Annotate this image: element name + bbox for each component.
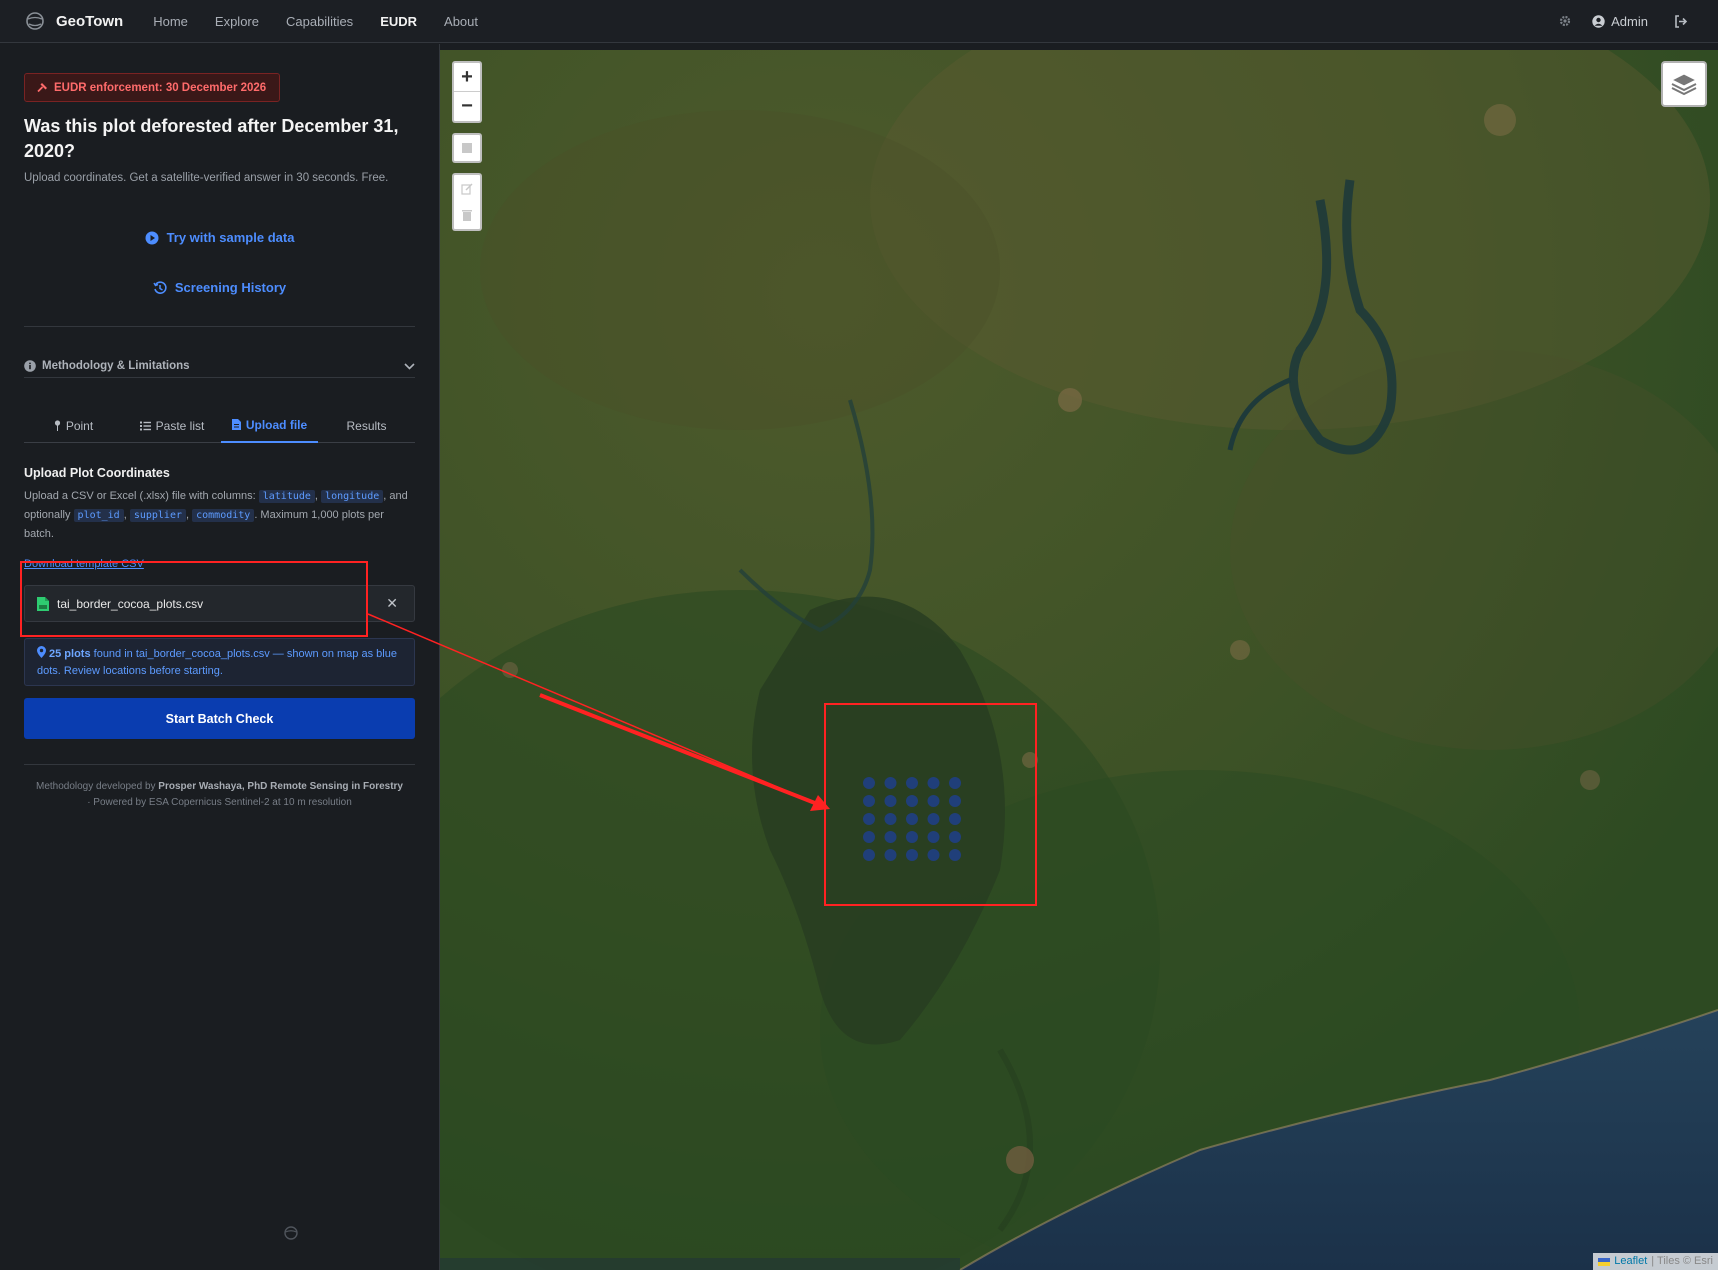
methodology-credit: Methodology developed by Prosper Washaya… bbox=[24, 779, 415, 811]
file-name: tai_border_cocoa_plots.csv bbox=[57, 596, 204, 611]
top-navbar: GeoTown Home Explore Capabilities EUDR A… bbox=[0, 0, 1718, 43]
column-code: supplier bbox=[129, 509, 186, 522]
page-title: Was this plot deforested after December … bbox=[24, 116, 399, 161]
credit-name: Prosper Washaya, PhD Remote Sensing in F… bbox=[158, 781, 403, 792]
layers-icon bbox=[1671, 73, 1697, 96]
tab-results[interactable]: Results bbox=[318, 408, 415, 443]
chevron-down-icon bbox=[404, 362, 415, 370]
uploaded-file-chip: tai_border_cocoa_plots.csv ✕ bbox=[24, 585, 415, 622]
list-icon bbox=[139, 421, 151, 430]
plots-found-text: found in tai_border_cocoa_plots.csv — sh… bbox=[37, 648, 397, 677]
map-attribution: Leaflet | Tiles © Esri bbox=[1593, 1253, 1718, 1270]
edit-icon[interactable] bbox=[461, 183, 473, 195]
divider bbox=[24, 326, 415, 327]
tab-results-label: Results bbox=[346, 418, 387, 433]
divider bbox=[24, 377, 415, 378]
start-batch-check-button[interactable]: Start Batch Check bbox=[24, 698, 415, 739]
tab-paste-list[interactable]: Paste list bbox=[123, 408, 221, 443]
divider bbox=[24, 764, 415, 765]
layers-control-button[interactable] bbox=[1661, 61, 1707, 107]
logout-icon[interactable] bbox=[1674, 14, 1688, 28]
column-code: plot_id bbox=[73, 509, 124, 522]
zoom-control: + − bbox=[452, 61, 482, 123]
satellite-imagery bbox=[440, 50, 1718, 1270]
upload-description: Upload a CSV or Excel (.xlsx) file with … bbox=[24, 490, 408, 540]
screening-history-link[interactable]: Screening History bbox=[24, 280, 415, 295]
tab-upload-file-label: Upload file bbox=[245, 417, 308, 432]
gavel-icon bbox=[37, 83, 47, 93]
pin-icon bbox=[54, 420, 60, 431]
page-subtitle: Upload coordinates. Get a satellite-veri… bbox=[24, 172, 389, 184]
tab-point-label: Point bbox=[65, 418, 94, 433]
sidebar: EUDR enforcement: 30 December 2026 Was t… bbox=[0, 44, 440, 1270]
sample-data-link[interactable]: Try with sample data bbox=[24, 230, 415, 245]
nav-about[interactable]: About bbox=[444, 14, 478, 29]
user-menu[interactable]: Admin bbox=[1592, 14, 1648, 29]
info-icon bbox=[24, 360, 36, 372]
nav-right: Admin bbox=[1558, 14, 1688, 29]
brand-name: GeoTown bbox=[56, 12, 124, 30]
tab-point[interactable]: Point bbox=[24, 408, 123, 443]
nav-explore[interactable]: Explore bbox=[215, 14, 259, 29]
plots-found-count: 25 plots bbox=[49, 648, 91, 660]
sample-data-label: Try with sample data bbox=[166, 230, 295, 245]
edit-toolbar bbox=[452, 173, 482, 231]
zoom-out-button[interactable]: − bbox=[454, 92, 480, 121]
enforcement-text: EUDR enforcement: 30 December 2026 bbox=[54, 81, 267, 94]
upload-desc-text: Upload a CSV or Excel (.xlsx) file with … bbox=[24, 490, 256, 502]
methodology-label: Methodology & Limitations bbox=[42, 360, 190, 372]
brand[interactable]: GeoTown bbox=[24, 10, 123, 32]
screening-history-label: Screening History bbox=[174, 280, 287, 295]
nav-home[interactable]: Home bbox=[153, 14, 188, 29]
column-code: latitude bbox=[258, 490, 315, 503]
file-icon bbox=[231, 419, 241, 430]
enforcement-badge: EUDR enforcement: 30 December 2026 bbox=[24, 73, 281, 102]
upload-title: Upload Plot Coordinates bbox=[24, 466, 170, 480]
main-nav: Home Explore Capabilities EUDR About bbox=[153, 14, 505, 29]
tab-upload-file[interactable]: Upload file bbox=[221, 408, 318, 443]
globe-logo-icon bbox=[284, 1226, 298, 1240]
trash-icon[interactable] bbox=[462, 209, 472, 221]
zoom-in-button[interactable]: + bbox=[454, 63, 480, 92]
plots-found-notice: 25 plots found in tai_border_cocoa_plots… bbox=[24, 638, 415, 686]
csv-file-icon bbox=[37, 596, 49, 611]
globe-logo-icon bbox=[26, 12, 44, 30]
play-circle-icon bbox=[145, 231, 159, 244]
credit-suffix: · Powered by ESA Copernicus Sentinel-2 a… bbox=[87, 797, 352, 808]
user-name: Admin bbox=[1611, 13, 1648, 29]
tiles-attribution: | Tiles © Esri bbox=[1651, 1255, 1713, 1267]
credit-prefix: Methodology developed by bbox=[35, 781, 156, 792]
column-code: commodity bbox=[192, 509, 255, 522]
history-icon bbox=[153, 280, 167, 294]
download-template-link[interactable]: Download template CSV bbox=[24, 558, 144, 570]
nav-capabilities[interactable]: Capabilities bbox=[286, 14, 353, 29]
tab-paste-list-label: Paste list bbox=[155, 418, 205, 433]
draw-rectangle-button[interactable] bbox=[452, 133, 482, 163]
column-code: longitude bbox=[321, 490, 384, 503]
input-tabs: Point Paste list Upload file Results bbox=[24, 408, 415, 443]
nav-eudr[interactable]: EUDR bbox=[380, 14, 417, 29]
ukraine-flag-icon bbox=[1598, 1257, 1611, 1266]
square-icon bbox=[462, 143, 472, 153]
satellite-map[interactable]: + − Leaflet | Tiles © Esri bbox=[440, 50, 1718, 1270]
user-circle-icon bbox=[1592, 14, 1605, 28]
map-pin-icon bbox=[37, 646, 46, 658]
leaflet-link[interactable]: Leaflet bbox=[1614, 1253, 1647, 1270]
remove-file-button[interactable]: ✕ bbox=[386, 595, 398, 612]
gear-icon[interactable] bbox=[1558, 14, 1572, 28]
